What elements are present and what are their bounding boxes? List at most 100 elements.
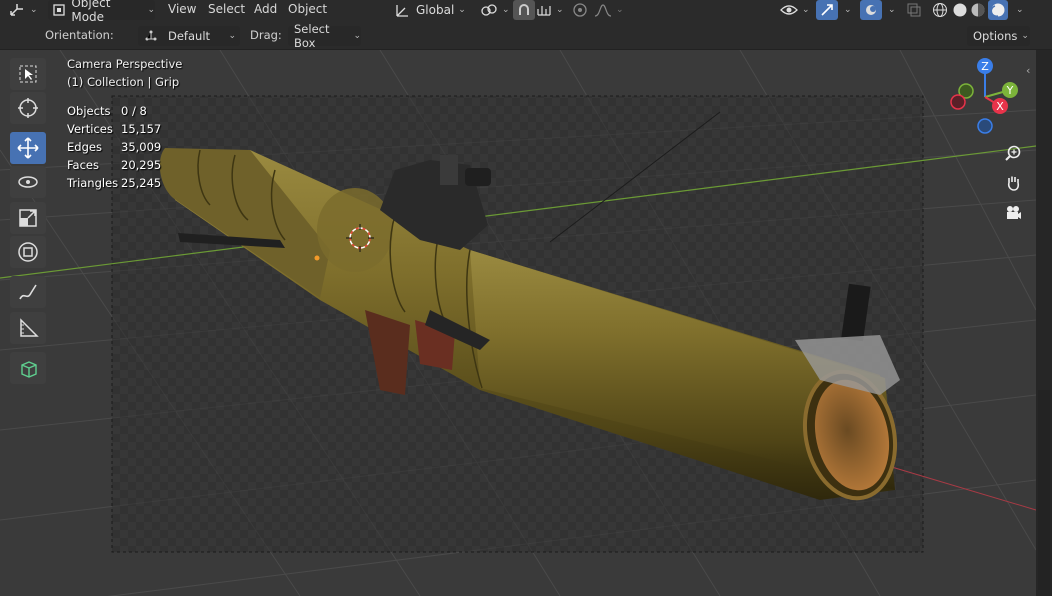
zoom-icon [1005,145,1021,161]
gizmo-neg-x[interactable] [950,94,966,110]
gizmo-dropdown-chevron[interactable]: ⌄ [844,0,852,20]
cursor-icon [18,98,38,118]
chevron-down-icon: ⌄ [147,5,155,15]
add-cube-tool[interactable] [10,352,46,384]
snap-increment-icon [537,6,551,16]
rendered-shading-button[interactable] [988,0,1008,20]
stat-label-edges: Edges [67,140,102,154]
transform-icon [18,242,38,262]
collection-info: (1) Collection | Grip [67,75,180,89]
camera-view-button[interactable] [1000,200,1026,226]
chevron-down-icon: ⌄ [802,5,810,15]
proportional-edit-icon [573,3,587,17]
3d-viewport[interactable]: Camera Perspective (1) Collection | Grip… [0,50,1036,596]
chevron-down-icon: ⌄ [353,31,361,41]
select-box-tool[interactable] [10,58,46,90]
annotate-tool[interactable] [10,276,46,308]
view-name: Camera Perspective [67,57,183,71]
mode-label: Object Mode [71,0,111,24]
gizmo-x-label: X [996,100,1004,113]
drag-label: Drag: [250,28,282,42]
rotate-icon [18,176,38,188]
overlay-toggle[interactable] [860,0,882,20]
menu-view[interactable]: View [168,2,196,16]
zoom-button[interactable] [1000,140,1026,166]
xray-icon [907,3,921,17]
chevron-down-icon: ⌄ [30,5,38,15]
tool-settings-bar: Orientation: Default ⌄ Drag: Select Box … [0,22,1052,50]
gizmo-neg-z[interactable] [977,118,993,134]
stat-label-triangles: Triangles [67,176,119,190]
overlay-dropdown-chevron[interactable]: ⌄ [888,0,896,20]
scale-icon [19,209,37,227]
transform-orientation-icon [396,5,408,17]
stat-value-vertices: 15,157 [121,122,162,136]
scale-tool[interactable] [10,202,46,234]
rotate-tool[interactable] [10,166,46,198]
falloff-dropdown[interactable]: ⌄ [594,0,624,20]
orientation-default-icon [145,30,157,41]
menu-add[interactable]: Add [254,2,277,16]
chevron-down-icon: ⌄ [502,5,510,15]
hand-icon [1007,176,1020,191]
material-shading-icon [971,3,985,17]
stat-label-vertices: Vertices [67,122,113,136]
gizmo-y-label: Y [1006,84,1014,97]
editor-type-button[interactable]: ⌄ [8,0,38,20]
link-icon [481,4,497,16]
stat-value-triangles: 25,245 [121,176,162,190]
chevron-down-icon: ⌄ [616,5,624,15]
chevron-down-icon: ⌄ [1021,31,1029,41]
camera-icon [1007,206,1021,219]
menu-select[interactable]: Select [208,2,245,16]
drag-value: Select Box [294,22,330,50]
proportional-edit-toggle[interactable] [572,0,588,20]
drag-dropdown[interactable]: Select Box ⌄ [288,22,361,50]
gizmo-z-label: Z [981,60,989,73]
rendered-shading-icon [990,3,1005,17]
options-dropdown[interactable]: Options ⌄ [967,26,1030,46]
stat-value-edges: 35,009 [121,140,162,154]
object-mode-icon [53,4,65,16]
cursor-tool[interactable] [10,92,46,124]
stat-label-objects: Objects [67,104,111,118]
transform-orientation-dropdown[interactable]: Global ⌄ [394,0,474,20]
menu-object[interactable]: Object [288,2,327,16]
orientation-value: Default [168,29,211,43]
origin-point [314,255,320,261]
snap-toggle[interactable] [513,0,535,20]
pan-button[interactable] [1000,170,1026,196]
right-sidebar-edge[interactable] [1036,50,1052,596]
solid-shading-icon [953,3,967,17]
wireframe-shading-icon [933,3,947,17]
options-label: Options [973,29,1018,43]
orientation-global-label: Global [416,3,455,17]
visibility-dropdown[interactable]: ⌄ [780,0,810,20]
annotate-icon [19,284,37,300]
material-shading-button[interactable] [970,0,986,20]
sidebar-toggle-arrow[interactable]: ‹ [1026,64,1030,77]
mode-selector[interactable]: Object Mode ⌄ [48,0,155,24]
wireframe-shading-button[interactable] [932,0,948,20]
pivot-point-dropdown[interactable]: ⌄ [480,0,510,20]
sidebar-tabs [1038,390,1050,590]
chevron-down-icon: ⌄ [556,5,564,15]
snap-target-dropdown[interactable]: ⌄ [536,0,564,20]
shading-dropdown-chevron[interactable]: ⌄ [1016,0,1024,20]
gizmo-toggle[interactable] [816,0,838,20]
navigation-gizmo[interactable]: Z Y X [942,54,1032,144]
orientation-dropdown[interactable]: Default ⌄ [138,26,240,46]
measure-tool[interactable] [10,312,46,344]
snap-magnet-icon [519,4,529,15]
add-cube-icon [21,361,37,378]
transform-tool[interactable] [10,236,46,268]
falloff-curve-icon [594,4,612,17]
xray-toggle[interactable] [906,0,922,20]
select-box-icon [19,65,37,83]
stat-value-faces: 20,295 [121,158,162,172]
viewport-header: ⌄ Object Mode ⌄ View Select Add Object G… [0,0,1052,24]
stat-value-objects: 0 / 8 [121,104,147,118]
orientation-label: Orientation: [45,28,114,42]
solid-shading-button[interactable] [952,0,968,20]
move-tool[interactable] [10,132,46,164]
